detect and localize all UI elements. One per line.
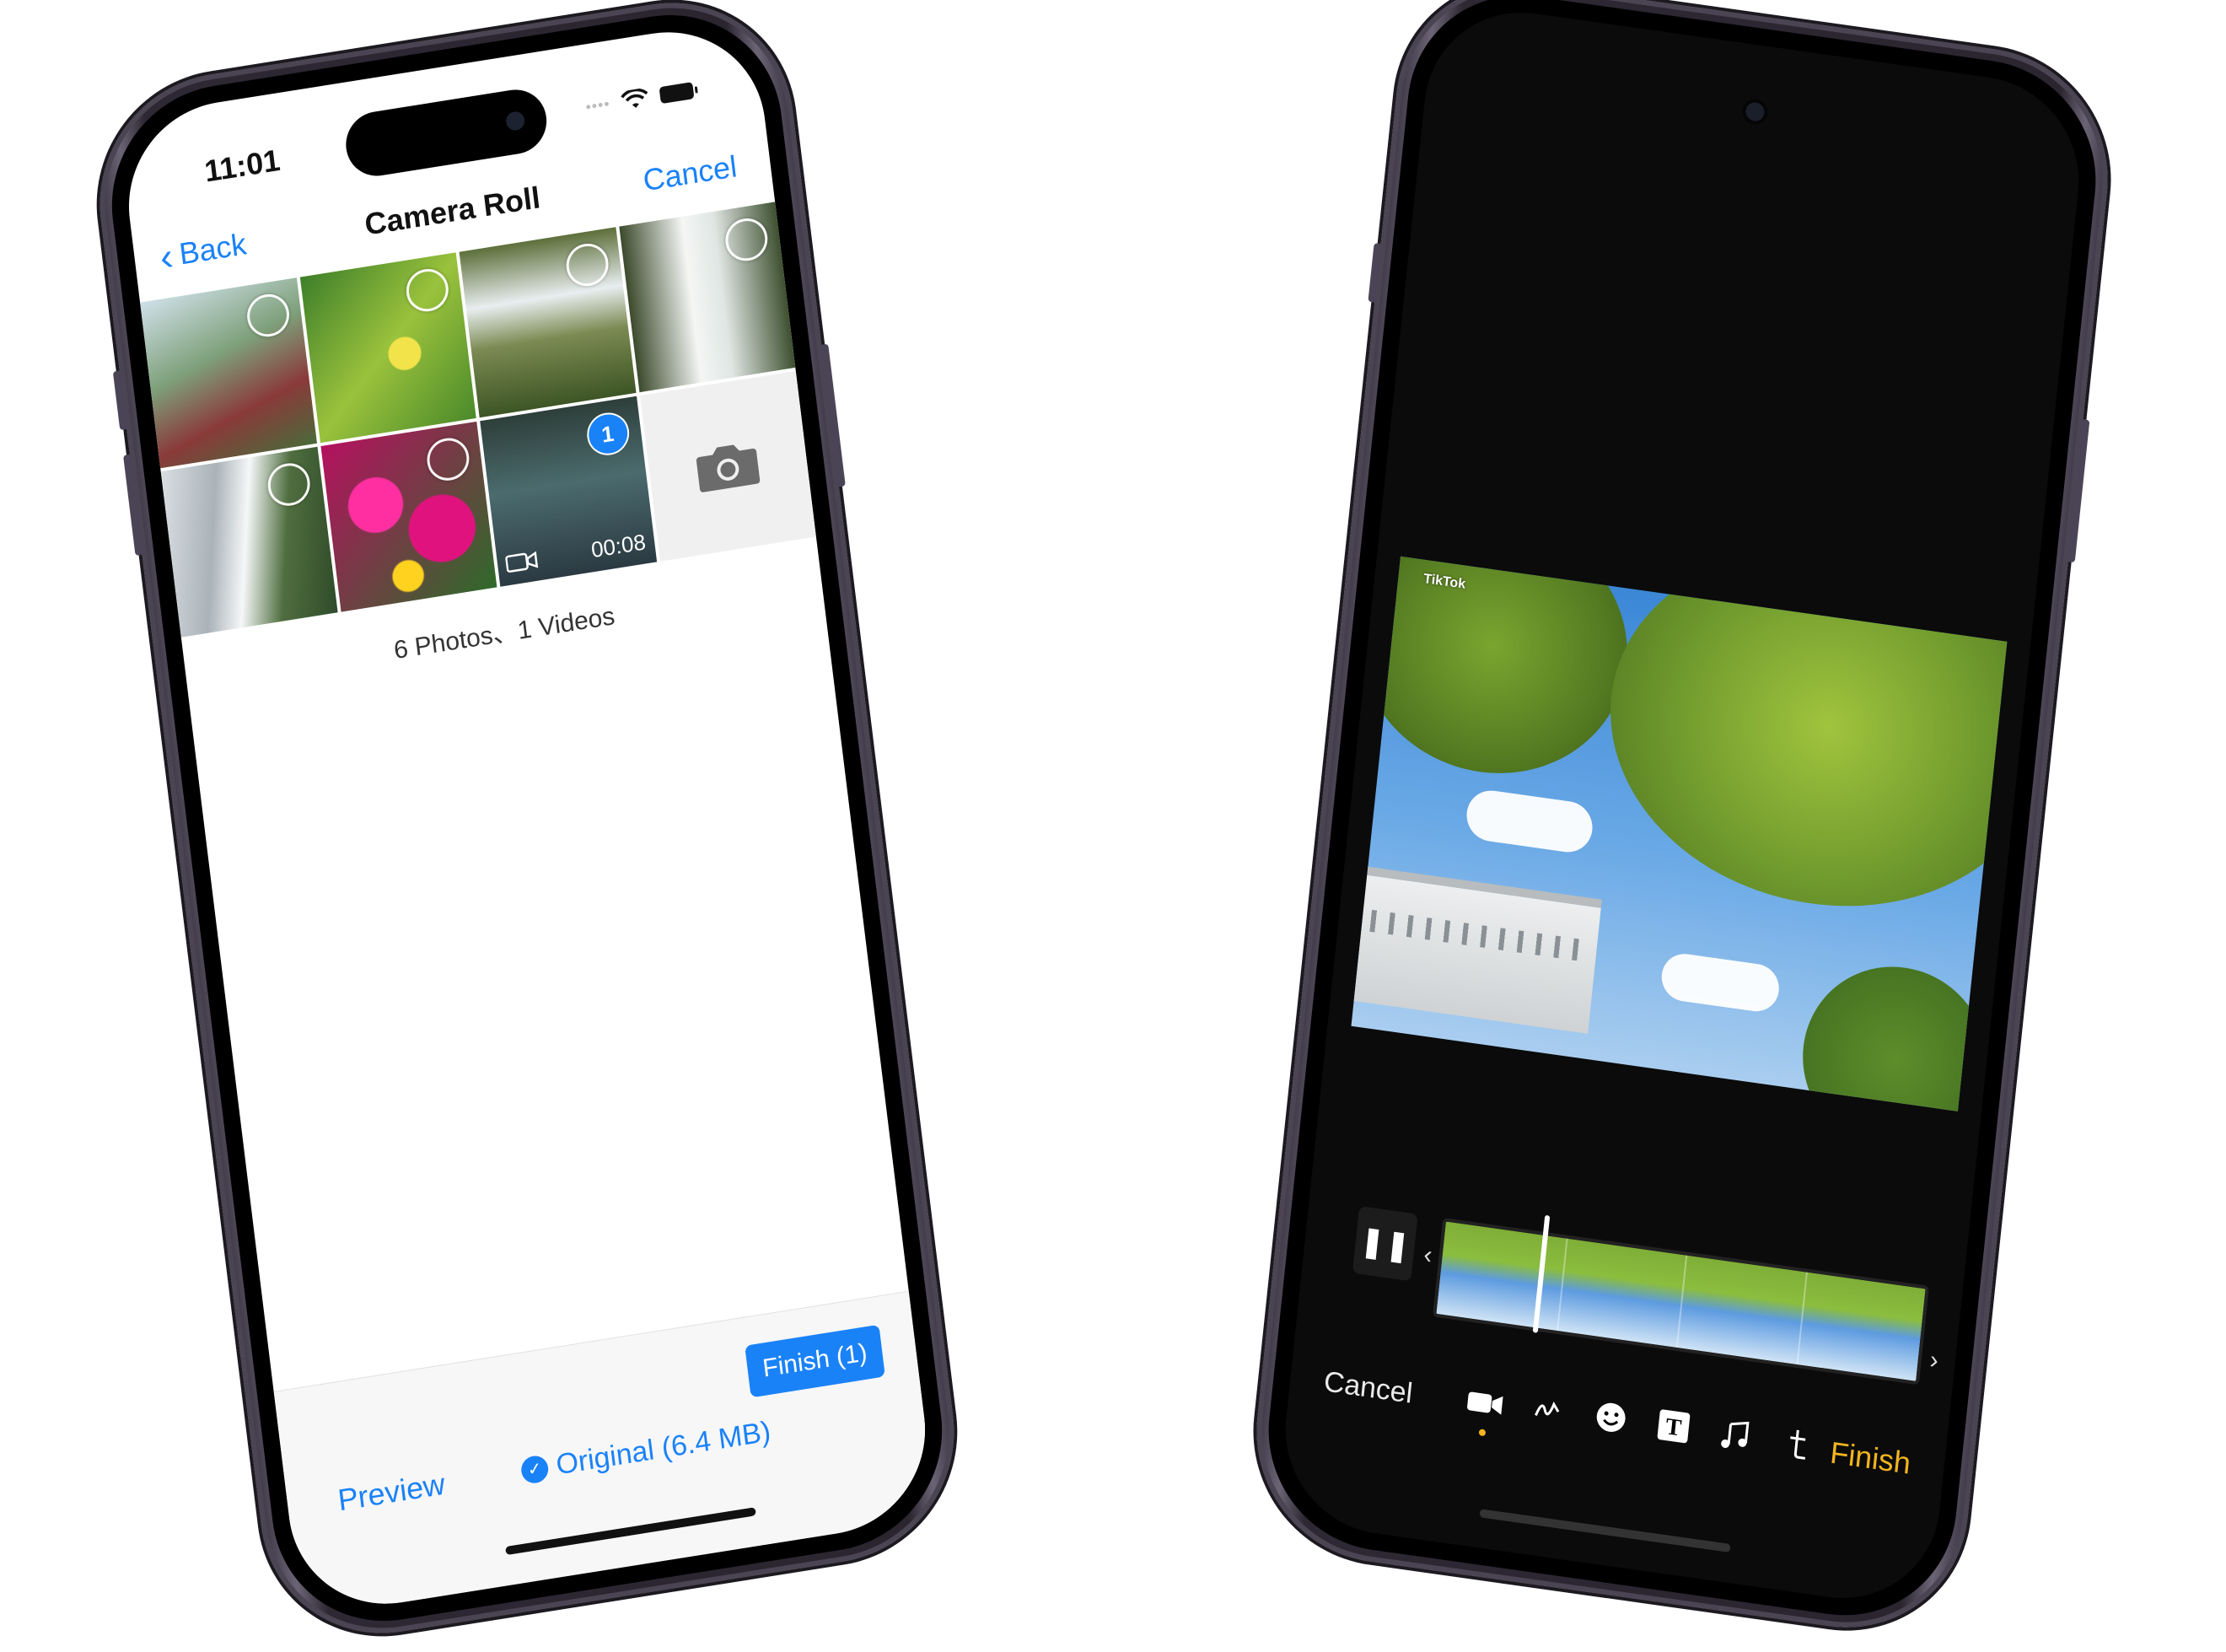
svg-text:T: T [1664,1413,1683,1441]
home-indicator [1479,1509,1731,1552]
camera-roll-screen: 11:01 •••• ‹ Back Camera Roll Cancel 1 0… [117,18,937,1618]
frame-divider [1795,1272,1808,1365]
photo-thumbnail[interactable] [140,277,317,469]
finish-button[interactable]: Finish [1829,1435,1912,1482]
music-icon[interactable] [1702,1414,1770,1465]
video-camera-icon [505,551,539,573]
selected-badge[interactable]: 1 [583,409,632,459]
front-camera [504,110,526,132]
camera-capture-cell[interactable] [639,370,816,562]
photo-thumbnail[interactable] [299,252,476,444]
bottom-toolbar: Finish (1) Preview ✓ Original (6.4 MB) [273,1290,937,1618]
photo-thumbnail[interactable] [459,227,637,418]
tree-foliage [1593,556,2008,934]
tree-foliage [1351,556,1640,791]
camera-icon [696,444,761,492]
timeline-strip[interactable] [1433,1217,1930,1386]
original-toggle[interactable]: ✓ Original (6.4 MB) [519,1415,772,1488]
finish-button[interactable]: Finish (1) [745,1324,885,1398]
video-thumbnail[interactable]: 1 00:08 [480,396,657,587]
video-preview[interactable]: TikTok [1351,556,2008,1111]
draw-icon[interactable] [1514,1387,1582,1438]
select-circle[interactable] [265,460,312,509]
preview-button[interactable]: Preview [336,1466,447,1519]
home-indicator [505,1507,756,1556]
status-time: 11:01 [202,142,282,189]
select-circle[interactable] [424,434,472,484]
select-circle[interactable] [563,240,610,289]
text-icon[interactable]: T [1640,1405,1707,1456]
tree-foliage [1793,955,1997,1111]
trim-handle-left-icon[interactable]: ‹ [1422,1240,1433,1270]
cancel-button[interactable]: Cancel [641,148,739,198]
wifi-icon [621,88,648,108]
status-icons: •••• [584,80,695,117]
frame-divider [1675,1255,1688,1348]
frame-divider [1556,1238,1568,1332]
cloud [1464,787,1595,856]
clip-icon[interactable] [1766,1423,1833,1473]
select-circle[interactable] [723,215,771,264]
photo-thumbnail[interactable] [160,446,338,638]
checkmark-icon: ✓ [519,1453,550,1485]
select-circle[interactable] [404,266,451,315]
video-duration: 00:08 [589,529,648,563]
photo-thumbnail[interactable] [618,202,796,393]
sticker-icon[interactable] [1578,1396,1645,1447]
front-camera [1745,101,1766,123]
right-phone: TikTok ❚❚ ‹ › Cancel T Finish [1244,0,2121,1644]
left-phone: 11:01 •••• ‹ Back Camera Roll Cancel 1 0… [85,0,969,1652]
video-icon[interactable] [1452,1380,1519,1429]
pause-button[interactable]: ❚❚ [1352,1206,1418,1282]
cancel-button[interactable]: Cancel [1322,1365,1414,1411]
battery-icon [659,82,695,105]
building [1351,865,1602,1034]
cloud [1659,950,1782,1014]
trim-handle-right-icon[interactable]: › [1928,1346,1939,1375]
pause-icon: ❚❚ [1358,1222,1412,1264]
select-circle[interactable] [244,291,292,340]
stage: 11:01 •••• ‹ Back Camera Roll Cancel 1 0… [0,0,2226,1652]
photo-thumbnail[interactable] [320,421,497,612]
signal-dots-icon: •••• [584,94,611,116]
original-label: Original (6.4 MB) [554,1415,773,1482]
video-meta: 00:08 [504,529,647,577]
